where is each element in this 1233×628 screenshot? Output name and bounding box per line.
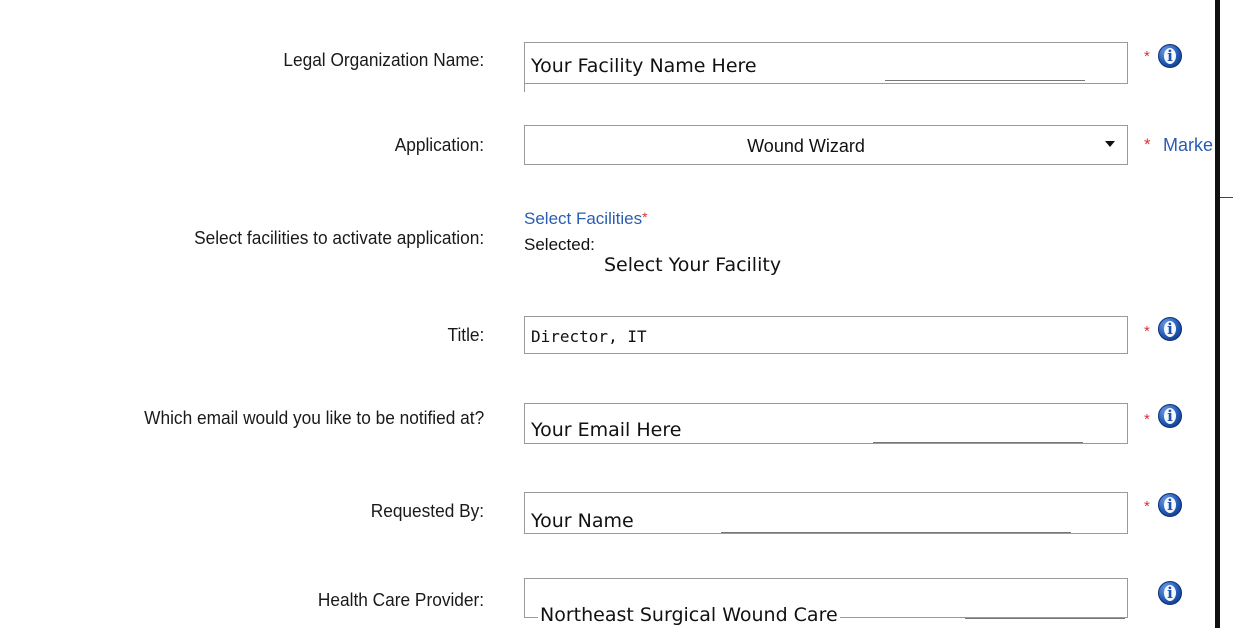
requested-by-required: * bbox=[1144, 498, 1150, 515]
org-name-label: Legal Organization Name: bbox=[283, 50, 484, 70]
info-icon-glyph: i bbox=[1167, 407, 1173, 425]
info-icon[interactable]: i bbox=[1158, 581, 1182, 605]
provider-label: Health Care Provider: bbox=[317, 590, 484, 610]
info-icon-glyph: i bbox=[1167, 584, 1173, 602]
info-icon-glyph: i bbox=[1167, 47, 1173, 65]
org-name-required: * bbox=[1144, 48, 1150, 65]
org-name-mark bbox=[524, 84, 525, 92]
requested-by-value: Your Name bbox=[531, 510, 634, 532]
title-value: Director, IT bbox=[531, 327, 647, 346]
requested-by-underline bbox=[721, 532, 1071, 533]
title-label: Title: bbox=[447, 325, 484, 345]
title-required: * bbox=[1144, 323, 1150, 340]
facilities-required: * bbox=[642, 209, 648, 225]
select-facilities-link-text[interactable]: Select Facilities bbox=[524, 209, 642, 228]
application-label: Application: bbox=[394, 135, 484, 155]
email-label: Which email would you like to be notifie… bbox=[143, 408, 484, 428]
window-edge-tick bbox=[1220, 197, 1233, 198]
info-icon-glyph: i bbox=[1167, 320, 1173, 338]
org-name-value: Your Facility Name Here bbox=[531, 55, 757, 77]
provider-value: Northeast Surgical Wound Care bbox=[538, 604, 840, 626]
email-input[interactable]: Your Email Here bbox=[524, 403, 1128, 444]
caret-down-icon[interactable] bbox=[1105, 141, 1115, 147]
window-edge-bar bbox=[1215, 0, 1220, 628]
info-icon[interactable]: i bbox=[1158, 404, 1182, 428]
application-select[interactable]: Wound Wizard bbox=[524, 125, 1128, 165]
facilities-selected-label: Selected: bbox=[524, 235, 595, 254]
email-underline bbox=[873, 442, 1083, 443]
info-icon[interactable]: i bbox=[1158, 493, 1182, 517]
org-name-input[interactable]: Your Facility Name Here bbox=[524, 42, 1128, 84]
info-icon[interactable]: i bbox=[1158, 317, 1182, 341]
title-input[interactable]: Director, IT bbox=[524, 316, 1128, 354]
info-icon-glyph: i bbox=[1167, 496, 1173, 514]
select-facilities-link[interactable]: Select Facilities* bbox=[524, 209, 648, 229]
application-selected-value: Wound Wizard bbox=[747, 136, 865, 156]
application-required: * bbox=[1144, 135, 1151, 154]
application-side-link[interactable]: Marke bbox=[1163, 135, 1213, 156]
info-icon[interactable]: i bbox=[1158, 44, 1182, 68]
email-required: * bbox=[1144, 411, 1150, 428]
email-value: Your Email Here bbox=[531, 419, 682, 441]
requested-by-input[interactable]: Your Name bbox=[524, 492, 1128, 534]
provider-underline bbox=[965, 618, 1125, 619]
requested-by-label: Requested By: bbox=[370, 501, 484, 521]
facilities-selected-value: Select Your Facility bbox=[604, 254, 782, 276]
org-name-underline bbox=[885, 80, 1085, 81]
facilities-label: Select facilities to activate applicatio… bbox=[193, 228, 484, 248]
